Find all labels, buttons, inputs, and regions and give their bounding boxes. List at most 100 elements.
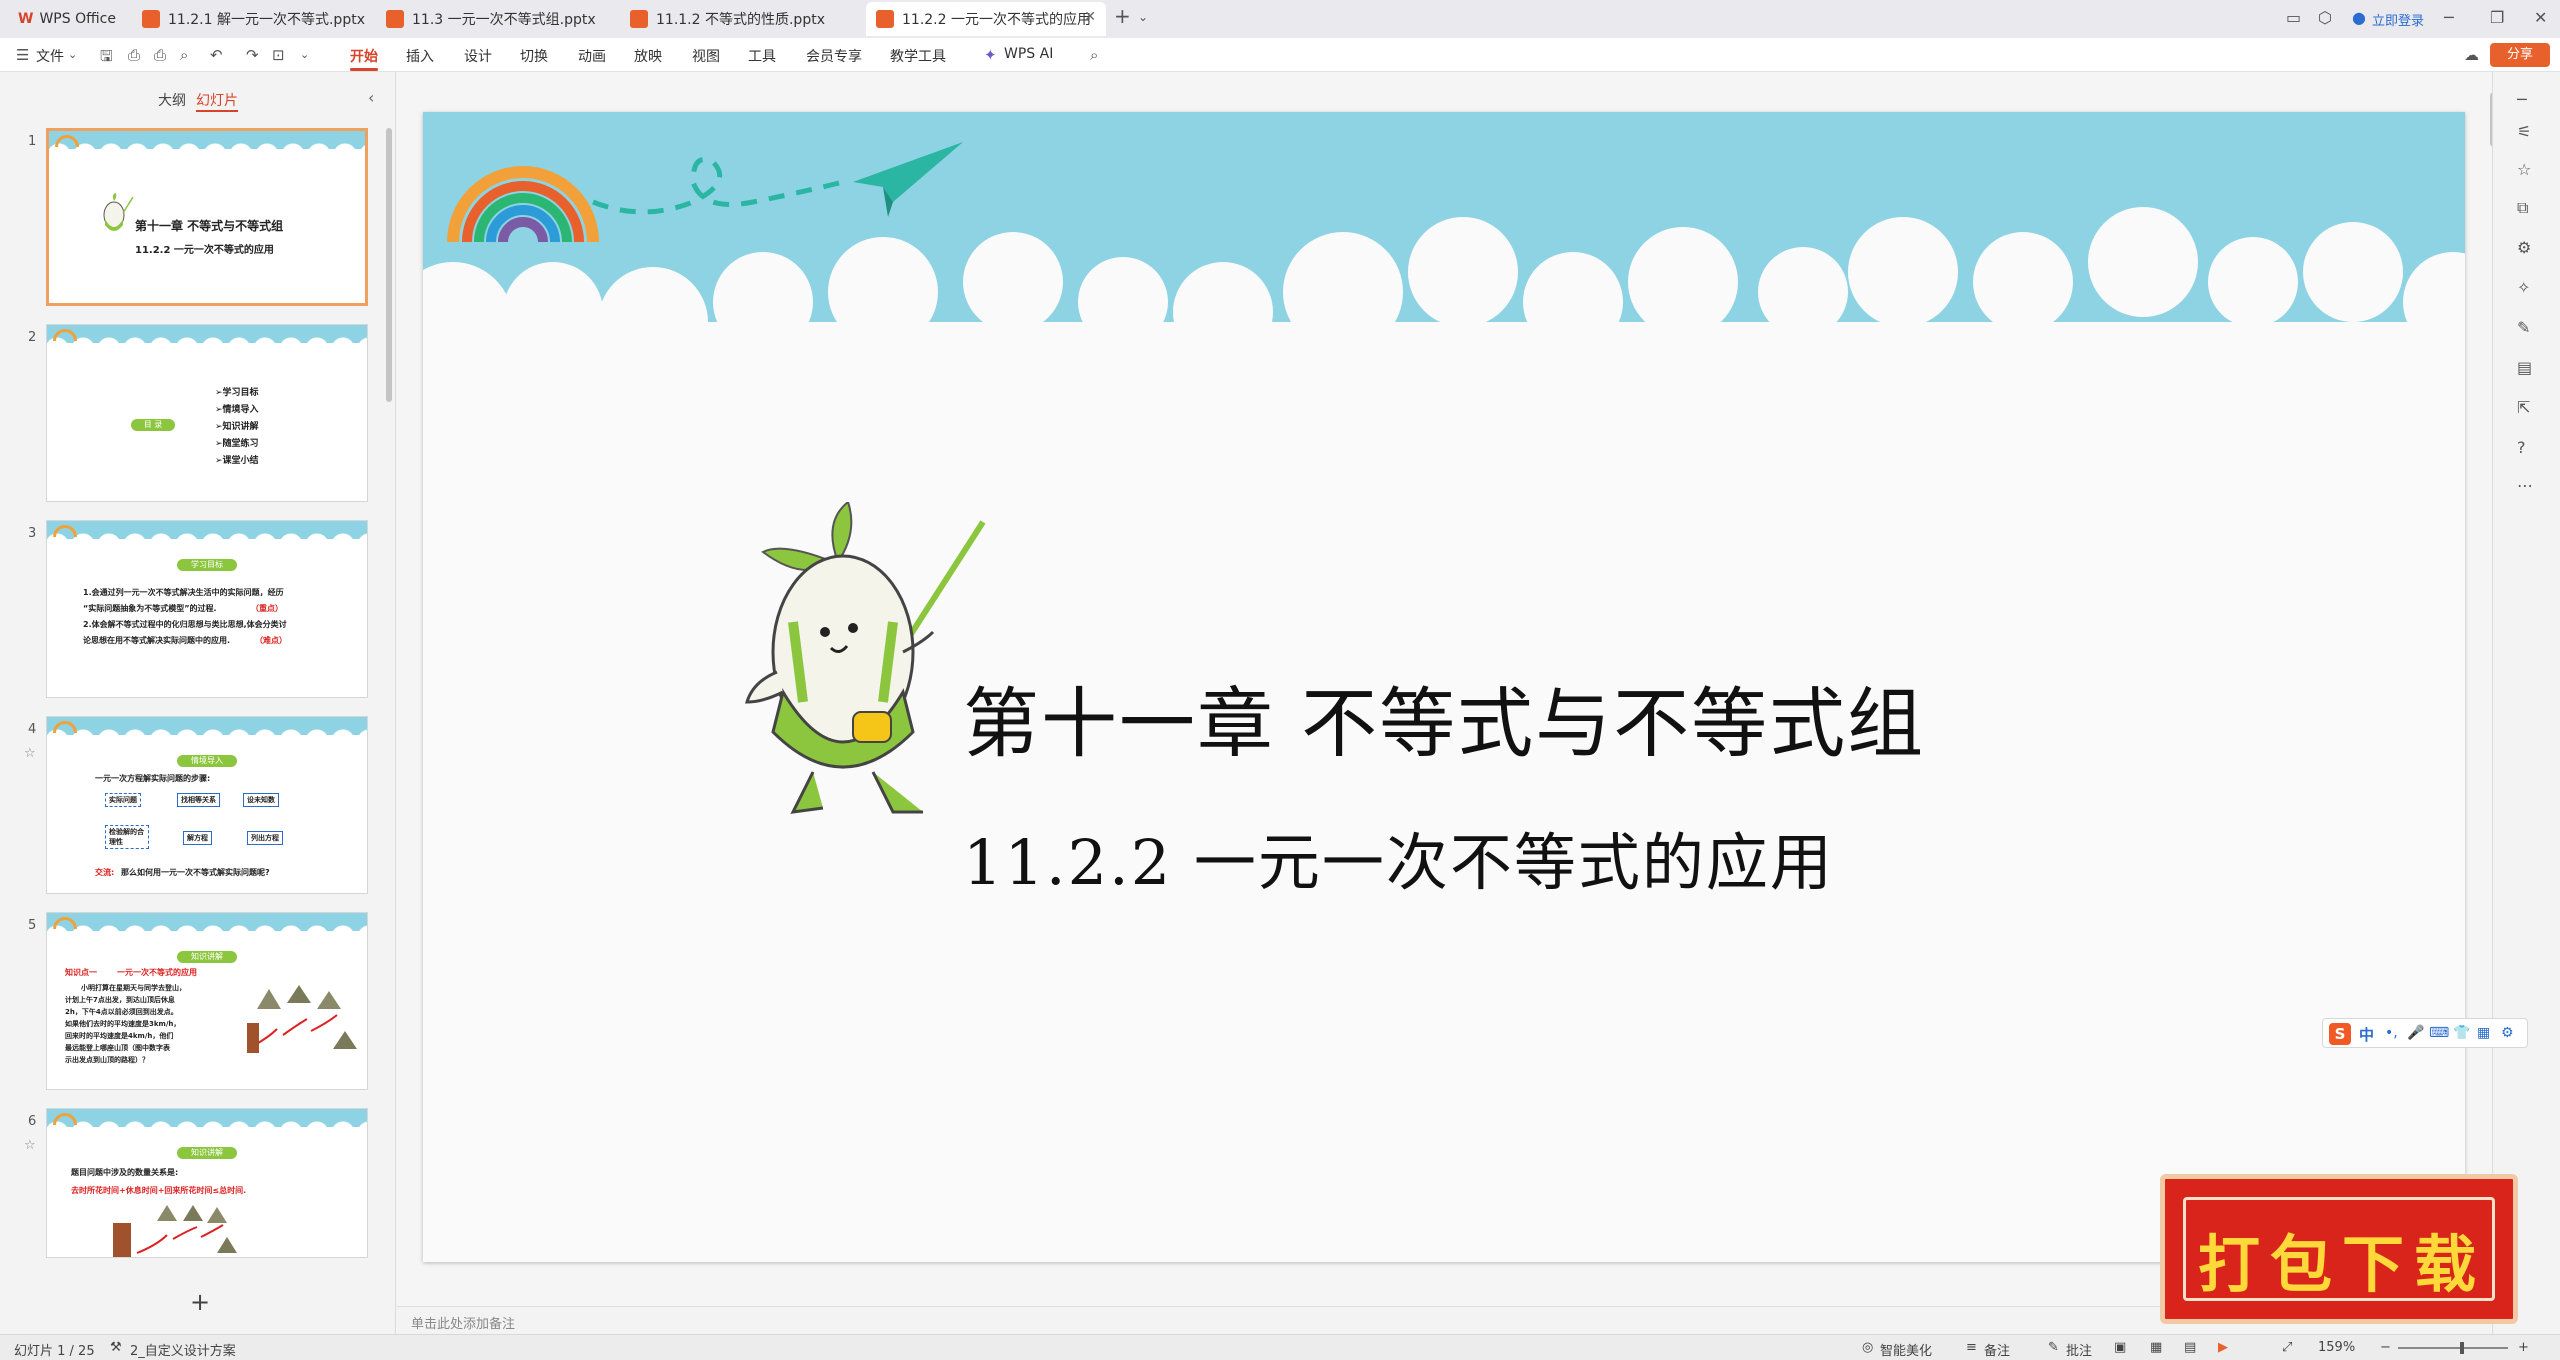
slide-thumbnail-2[interactable]: 目 录 ➢学习目标 ➢情境导入 ➢知识讲解 ➢随堂练习 ➢课堂小结: [46, 324, 368, 502]
tab-document-active[interactable]: 11.2.2 一元一次不等式的应用 ✕: [866, 2, 1106, 36]
comment-icon: ✎: [2048, 1340, 2059, 1355]
slide-1[interactable]: 第十一章 不等式与不等式组 11.2.2 一元一次不等式的应用: [423, 112, 2465, 1262]
flow-box: 检验解的合理性: [105, 825, 149, 849]
print-icon[interactable]: ⎙: [154, 46, 166, 64]
notes-button[interactable]: 备注: [1984, 1340, 2010, 1359]
normal-view-icon[interactable]: ▣: [2114, 1340, 2126, 1355]
play-slideshow-icon[interactable]: ▶: [2218, 1340, 2228, 1355]
menu-tools[interactable]: 工具: [748, 46, 776, 66]
flow-box: 设未知数: [243, 793, 279, 807]
fit-window-icon[interactable]: ⤢: [2282, 1340, 2292, 1355]
close-window-icon[interactable]: ✕: [2534, 8, 2547, 27]
notes-icon: ≡: [1966, 1340, 1977, 1355]
microphone-icon[interactable]: 🎤: [2407, 1025, 2424, 1041]
grid-icon[interactable]: ▦: [2477, 1025, 2490, 1041]
thumb-line: 2.体会解不等式过程中的化归思想与类比思想,体会分类讨: [83, 620, 287, 629]
star-icon[interactable]: ☆: [2517, 160, 2531, 179]
more-icon[interactable]: ⋯: [2517, 476, 2533, 495]
skin-icon[interactable]: 👕: [2453, 1025, 2470, 1041]
hamburger-menu-icon[interactable]: ☰: [16, 46, 29, 64]
ime-toolbar[interactable]: S 中 •, 🎤 ⌨ 👕 ▦ ⚙: [2322, 1018, 2528, 1048]
cloud-sync-icon[interactable]: ☁: [2464, 46, 2479, 64]
panel-scrollbar[interactable]: [386, 128, 392, 402]
menu-file[interactable]: 文件: [36, 46, 64, 66]
punctuation-icon[interactable]: •,: [2385, 1025, 2398, 1041]
thumb-badge: 知识讲解: [177, 951, 237, 963]
slide-thumbnail-6[interactable]: 知识讲解 题目问题中涉及的数量关系是: 去时所花时间+休息时间+回来所花时间≤总…: [46, 1108, 368, 1258]
slide-title[interactable]: 第十一章 不等式与不等式组: [963, 662, 1925, 772]
slide-thumbnail-3[interactable]: 学习目标 1.会通过列一元一次不等式解决生活中的实际问题，经历 “实际问题抽象为…: [46, 520, 368, 698]
menu-insert[interactable]: 插入: [406, 46, 434, 66]
slide-thumbnail-5[interactable]: 知识讲解 知识点一 一元一次不等式的应用 小明打算在星期天与同学去登山， 计划上…: [46, 912, 368, 1090]
print-preview-icon[interactable]: ⌕: [180, 46, 188, 64]
copy-icon[interactable]: ⧉: [2517, 198, 2528, 218]
sliders-icon[interactable]: ⚟: [2517, 122, 2531, 141]
share-icon[interactable]: ⇱: [2517, 398, 2530, 417]
menu-teaching-tools[interactable]: 教学工具: [890, 46, 946, 66]
window-layout-icon[interactable]: ▭: [2286, 8, 2301, 27]
download-badge[interactable]: 打包下载: [2160, 1174, 2518, 1324]
tab-list-chevron-icon[interactable]: ⌄: [1138, 10, 1148, 24]
document-icon[interactable]: ▤: [2517, 358, 2532, 377]
menu-slideshow[interactable]: 放映: [634, 46, 662, 66]
settings-icon[interactable]: ⚙: [2517, 238, 2531, 257]
collapse-icon[interactable]: ─: [2517, 90, 2527, 109]
tab-document[interactable]: 11.2.1 解一元一次不等式.pptx: [132, 2, 372, 36]
menu-transition[interactable]: 切换: [520, 46, 548, 66]
theme-icon: ⚒: [110, 1340, 122, 1355]
minimize-icon[interactable]: ─: [2444, 8, 2454, 27]
settings-icon[interactable]: ⚙: [2501, 1025, 2514, 1041]
magic-wand-icon[interactable]: ✧: [2517, 278, 2530, 297]
slide-canvas: 第十一章 不等式与不等式组 11.2.2 一元一次不等式的应用: [397, 72, 2498, 1306]
search-icon[interactable]: ⌕: [1090, 46, 1098, 64]
slide-sorter-icon[interactable]: ▦: [2150, 1340, 2162, 1355]
tab-wps-office[interactable]: W WPS Office: [8, 2, 128, 36]
zoom-out-icon[interactable]: −: [2380, 1340, 2391, 1355]
badge-inner: 打包下载: [2183, 1197, 2495, 1301]
tab-outline[interactable]: 大纲: [158, 90, 186, 110]
tab-document[interactable]: 11.3 一元一次不等式组.pptx: [376, 2, 616, 36]
thumb-clouds: [47, 923, 367, 937]
zoom-level[interactable]: 159%: [2318, 1340, 2355, 1355]
smart-beautify-button[interactable]: 智能美化: [1880, 1340, 1932, 1359]
user-avatar-icon[interactable]: ●: [2352, 8, 2366, 27]
reading-view-icon[interactable]: ▤: [2184, 1340, 2196, 1355]
menu-home[interactable]: 开始: [350, 46, 378, 66]
chevron-down-icon[interactable]: ⌄: [68, 48, 77, 61]
tab-document[interactable]: 11.1.2 不等式的性质.pptx: [620, 2, 860, 36]
zoom-slider[interactable]: [2398, 1347, 2508, 1349]
ime-language[interactable]: 中: [2359, 1024, 2374, 1045]
new-tab-icon[interactable]: +: [1114, 4, 1131, 28]
menu-view[interactable]: 视图: [692, 46, 720, 66]
menu-design[interactable]: 设计: [464, 46, 492, 66]
format-painter-icon[interactable]: ⊡: [272, 46, 285, 64]
restore-icon[interactable]: ❐: [2490, 8, 2504, 27]
pptx-file-icon: [630, 10, 648, 28]
slide-subtitle[interactable]: 11.2.2 一元一次不等式的应用: [963, 812, 1834, 902]
undo-icon[interactable]: ↶: [210, 46, 223, 64]
design-scheme[interactable]: 2_自定义设计方案: [130, 1340, 236, 1359]
menu-animation[interactable]: 动画: [578, 46, 606, 66]
keyboard-icon[interactable]: ⌨: [2429, 1025, 2449, 1041]
add-slide-icon[interactable]: +: [190, 1288, 210, 1316]
redo-icon[interactable]: ↷: [246, 46, 259, 64]
chevron-down-icon[interactable]: ⌄: [300, 48, 309, 61]
thumb-line: （难点）: [255, 636, 287, 645]
slide-thumbnail-1[interactable]: 第十一章 不等式与不等式组 11.2.2 一元一次不等式的应用: [46, 128, 368, 306]
menu-wps-ai[interactable]: WPS AI: [1004, 46, 1053, 62]
zoom-in-icon[interactable]: +: [2518, 1340, 2529, 1355]
menu-member[interactable]: 会员专享: [806, 46, 862, 66]
edit-icon[interactable]: ✎: [2517, 318, 2530, 337]
collapse-panel-icon[interactable]: ‹: [368, 88, 374, 107]
tab-slides[interactable]: 幻灯片: [196, 90, 238, 110]
share-button[interactable]: 分享: [2490, 43, 2550, 67]
close-tab-icon[interactable]: ✕: [1084, 9, 1096, 25]
login-link[interactable]: 立即登录: [2372, 10, 2424, 29]
zoom-slider-handle[interactable]: [2460, 1342, 2464, 1354]
export-pdf-icon[interactable]: ⎙: [128, 46, 140, 64]
slide-thumbnail-4[interactable]: 情境导入 一元一次方程解实际问题的步骤: 实际问题 找相等关系 设未知数 检验解…: [46, 716, 368, 894]
help-icon[interactable]: ?: [2517, 438, 2526, 457]
cube-icon[interactable]: ⬡: [2318, 8, 2332, 27]
save-icon[interactable]: 🖫: [100, 46, 113, 71]
comments-button[interactable]: 批注: [2066, 1340, 2092, 1359]
